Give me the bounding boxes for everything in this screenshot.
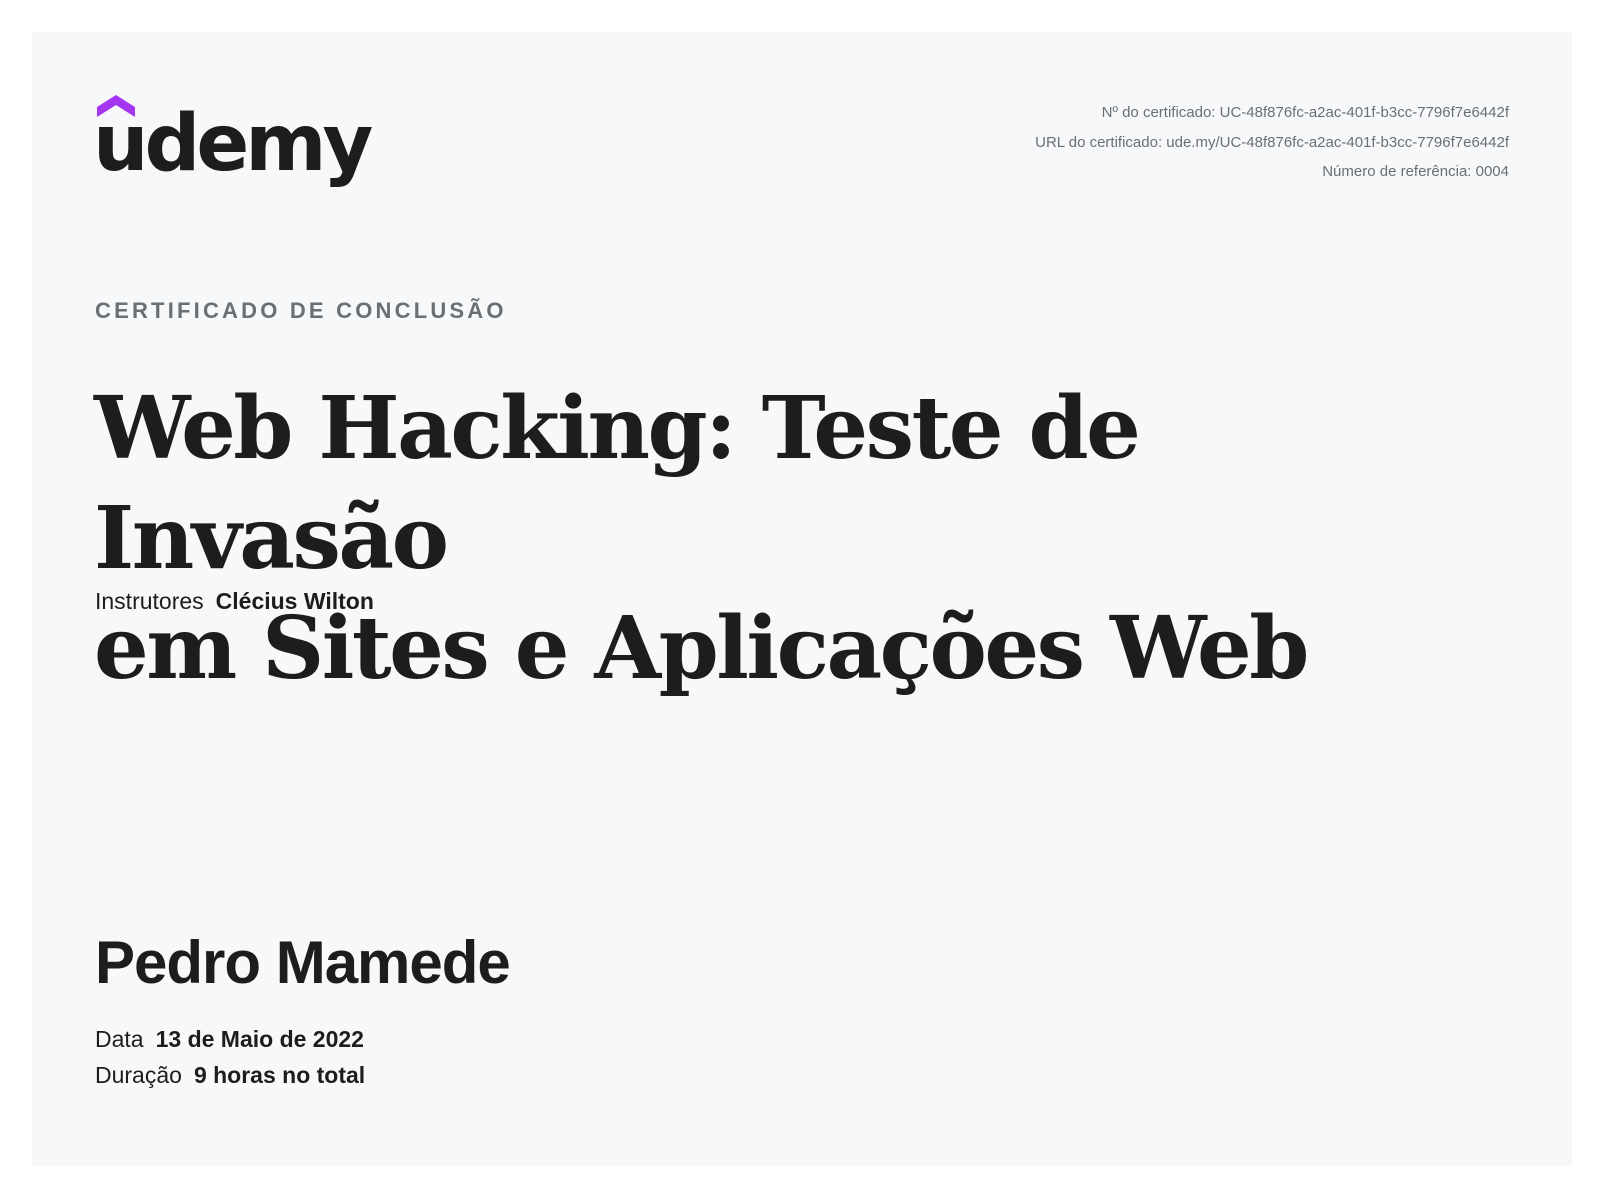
- certificate-number: Nº do certificado: UC-48f876fc-a2ac-401f…: [1101, 104, 1509, 121]
- date-value: 13 de Maio de 2022: [155, 1026, 364, 1052]
- instructors-value: Clécius Wilton: [215, 588, 374, 614]
- instructors-row: Instrutores Clécius Wilton: [95, 588, 374, 615]
- udemy-logo: udemy: [93, 94, 373, 194]
- reference-number: Número de referência: 0004: [1322, 163, 1509, 180]
- date-row: Data 13 de Maio de 2022: [95, 1026, 364, 1053]
- certificate-url: URL do certificado: ude.my/UC-48f876fc-a…: [1035, 133, 1509, 151]
- course-title: Web Hacking: Teste de Invasão em Sites e…: [94, 374, 1514, 704]
- instructors-label: Instrutores: [95, 588, 204, 614]
- duration-label: Duração: [95, 1062, 182, 1088]
- course-title-line-1: Web Hacking: Teste de Invasão: [94, 378, 1141, 589]
- udemy-wordmark: udemy: [93, 99, 373, 189]
- recipient-name: Pedro Mamede: [95, 929, 511, 996]
- certificate-eyebrow: CERTIFICADO DE CONCLUSÃO: [95, 298, 507, 323]
- duration-value: 9 horas no total: [193, 1062, 366, 1088]
- duration-row: Duração 9 horas no total: [95, 1062, 365, 1089]
- certificate-meta: Nº do certificado: UC-48f876fc-a2ac-401f…: [1035, 98, 1509, 187]
- date-label: Data: [95, 1026, 144, 1052]
- certificate: udemy Nº do certificado: UC-48f876fc-a2a…: [32, 32, 1572, 1166]
